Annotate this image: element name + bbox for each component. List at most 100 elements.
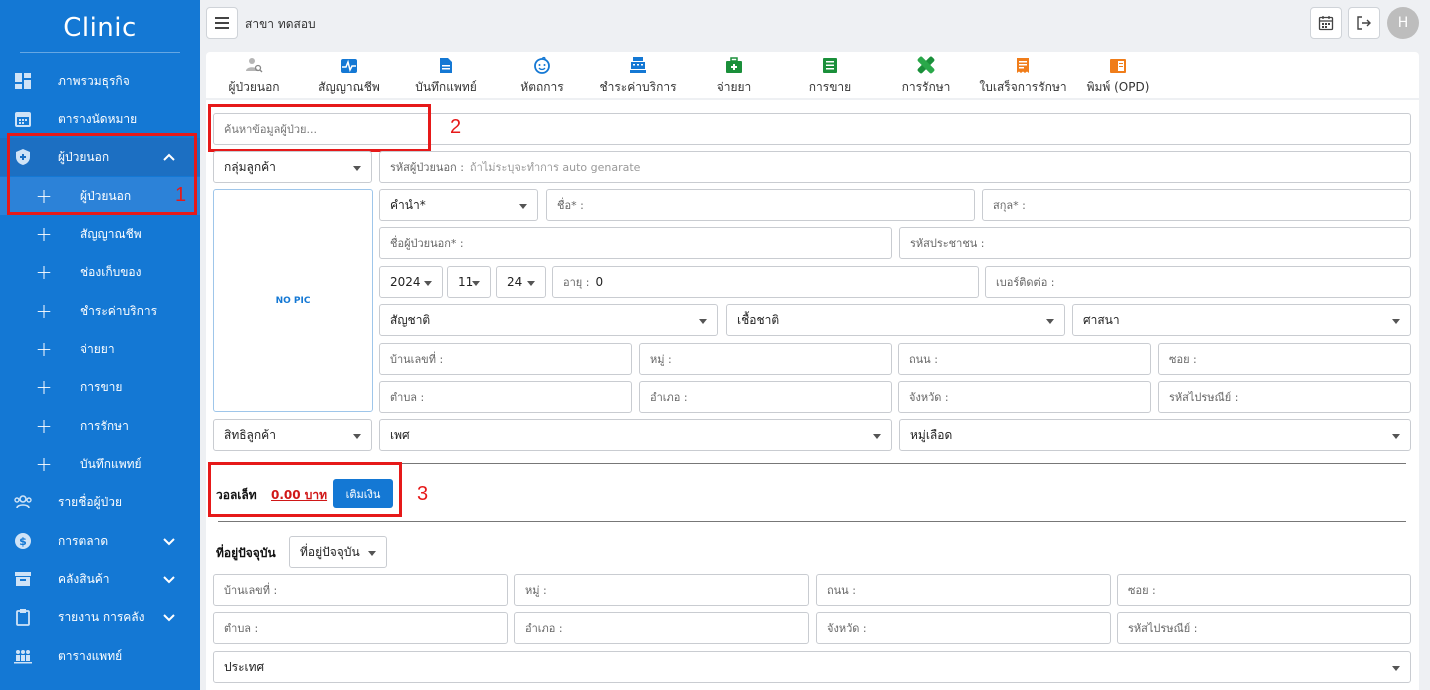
sidebar-item-label: คลังสินค้า	[58, 571, 110, 586]
current-soi-field[interactable]: ซอย :	[1117, 574, 1411, 606]
tab-payment[interactable]: ชำระค่าบริการ	[593, 52, 683, 98]
plus-icon: +	[35, 222, 53, 246]
current-house-no-field[interactable]: บ้านเลขที่ :	[213, 574, 508, 606]
current-postcode-field[interactable]: รหัสไปรษณีย์ :	[1117, 612, 1411, 644]
hamburger-icon	[215, 17, 229, 29]
sidebar-item-doctor-schedule[interactable]: ตารางแพทย์	[0, 637, 200, 675]
citizen-id-field[interactable]: รหัสประชาชน :	[899, 227, 1411, 259]
annotation-box-1	[7, 133, 197, 215]
postcode-field[interactable]: รหัสไปรษณีย์ :	[1158, 381, 1411, 413]
age-field[interactable]: อายุ :0	[552, 266, 979, 298]
sidebar-item-treatment[interactable]: + การรักษา	[0, 407, 200, 445]
topbar: สาขา ทดสอบ H	[200, 0, 1430, 48]
first-name-field[interactable]: ชื่อ* :	[546, 189, 975, 221]
sidebar-item-label: ตารางนัดหมาย	[58, 111, 138, 126]
patient-code-field[interactable]: รหัสผู้ป่วยนอก : ถ้าไม่ระบุจะทำการ auto g…	[379, 151, 1411, 183]
archive-icon	[13, 569, 33, 589]
calendar-button[interactable]	[1310, 7, 1342, 39]
tab-print-opd[interactable]: พิมพ์ (OPD)	[1078, 52, 1158, 98]
religion-select[interactable]: ศาสนา	[1072, 304, 1411, 336]
tab-vital-signs[interactable]: สัญญาณชีพ	[309, 52, 389, 98]
sidebar-item-doctor-notes[interactable]: + บันทึกแพทย์	[0, 445, 200, 483]
current-road-field[interactable]: ถนน :	[816, 574, 1111, 606]
sidebar-item-patient-list[interactable]: รายชื่อผู้ป่วย	[0, 483, 200, 521]
birth-day-select[interactable]: 24	[496, 266, 546, 298]
subdistrict-field[interactable]: ตำบล :	[379, 381, 632, 413]
sidebar-item-dashboard[interactable]: ภาพรวมธุรกิจ	[0, 62, 200, 100]
tab-procedures[interactable]: หัตถการ	[502, 52, 582, 98]
customer-right-select[interactable]: สิทธิลูกค้า	[213, 419, 372, 451]
svg-text:$: $	[19, 535, 27, 548]
caret-down-icon	[1046, 319, 1054, 324]
phone-field[interactable]: เบอร์ติดต่อ :	[985, 266, 1411, 298]
district-field[interactable]: อำเภอ :	[639, 381, 892, 413]
avatar[interactable]: H	[1387, 7, 1419, 39]
birth-year-select[interactable]: 2024	[379, 266, 443, 298]
calendar-icon	[13, 109, 33, 129]
chevron-down-icon	[163, 614, 175, 622]
tab-doctor-notes[interactable]: บันทึกแพทย์	[406, 52, 486, 98]
current-moo-field[interactable]: หมู่ :	[514, 574, 809, 606]
tab-receipt[interactable]: ใบเสร็จการรักษา	[973, 52, 1073, 98]
house-no-field[interactable]: บ้านเลขที่ :	[379, 343, 632, 375]
dollar-icon: $	[13, 531, 33, 551]
sidebar-item-payment[interactable]: + ชำระค่าบริการ	[0, 292, 200, 330]
annotation-number-3: 3	[417, 483, 429, 505]
sidebar-item-vital-signs[interactable]: + สัญญาณชีพ	[0, 215, 200, 253]
province-field[interactable]: จังหวัด :	[898, 381, 1151, 413]
nationality-select[interactable]: สัญชาติ	[379, 304, 718, 336]
medical-bag-icon	[726, 57, 742, 73]
vital-sign-icon	[341, 59, 357, 73]
birth-month-select[interactable]: 11	[447, 266, 491, 298]
sidebar-item-marketing[interactable]: $ การตลาด	[0, 522, 200, 560]
clipboard-icon	[13, 607, 33, 627]
chevron-down-icon	[163, 576, 175, 584]
plus-icon: +	[35, 375, 53, 399]
cash-register-icon	[630, 57, 646, 73]
caret-down-icon	[527, 281, 535, 286]
race-select[interactable]: เชื้อชาติ	[726, 304, 1065, 336]
tab-dispense[interactable]: จ่ายยา	[694, 52, 774, 98]
dashboard-icon	[13, 71, 33, 91]
sidebar-item-finance-report[interactable]: รายงาน การคลัง	[0, 598, 200, 636]
gender-select[interactable]: เพศ	[379, 419, 892, 451]
tab-sales[interactable]: การขาย	[790, 52, 870, 98]
caret-down-icon	[472, 281, 480, 286]
sidebar-item-inventory[interactable]: คลังสินค้า	[0, 560, 200, 598]
customer-group-select[interactable]: กลุ่มลูกค้า	[213, 151, 372, 183]
address-type-select[interactable]: ที่อยู่ปัจจุบัน	[289, 536, 387, 568]
tab-treatment[interactable]: การรักษา	[886, 52, 966, 98]
sidebar-item-storage[interactable]: + ช่องเก็บของ	[0, 253, 200, 291]
sidebar-item-sales[interactable]: + การขาย	[0, 368, 200, 406]
prefix-select[interactable]: คำนำ*	[379, 189, 538, 221]
baby-face-icon	[534, 56, 550, 74]
sidebar-item-dispense[interactable]: + จ่ายยา	[0, 330, 200, 368]
annotation-box-3	[208, 462, 402, 517]
moo-field[interactable]: หมู่ :	[639, 343, 892, 375]
sidebar-item-label: การรักษา	[80, 418, 129, 433]
soi-field[interactable]: ซอย :	[1158, 343, 1411, 375]
outpatient-name-field[interactable]: ชื่อผู้ป่วยนอก* :	[379, 227, 892, 259]
caret-down-icon	[353, 434, 361, 439]
current-district-field[interactable]: อำเภอ :	[514, 612, 809, 644]
current-province-field[interactable]: จังหวัด :	[816, 612, 1111, 644]
sidebar-item-label: ตารางแพทย์	[58, 648, 123, 663]
caret-down-icon	[1392, 666, 1400, 671]
sidebar-item-label: การตลาด	[58, 533, 109, 548]
tab-outpatient[interactable]: ผู้ป่วยนอก	[214, 52, 294, 98]
menu-button[interactable]	[206, 7, 238, 39]
logout-button[interactable]	[1348, 7, 1380, 39]
app-title: Clinic	[63, 13, 137, 43]
current-subdistrict-field[interactable]: ตำบล :	[213, 612, 508, 644]
chevron-down-icon	[163, 538, 175, 546]
blood-group-select[interactable]: หมู่เลือด	[899, 419, 1411, 451]
patient-photo[interactable]: NO PIC	[213, 189, 373, 412]
last-name-field[interactable]: สกุล* :	[982, 189, 1411, 221]
caret-down-icon	[873, 434, 881, 439]
sidebar-item-label: ภาพรวมธุรกิจ	[58, 73, 130, 88]
annotation-number-1: 1	[175, 184, 187, 206]
plus-icon: +	[35, 260, 53, 284]
country-select[interactable]: ประเทศ	[213, 651, 1411, 683]
document-icon	[440, 58, 452, 73]
road-field[interactable]: ถนน :	[898, 343, 1151, 375]
